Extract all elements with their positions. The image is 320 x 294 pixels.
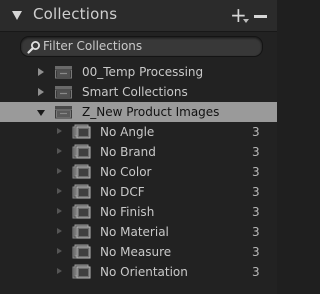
filter-placeholder: Filter Collections <box>43 39 143 53</box>
leaf-triangle-icon <box>57 168 62 174</box>
photo-count: 3 <box>252 225 260 239</box>
photo-count: 3 <box>252 205 260 219</box>
collection-set-row[interactable]: 00_Temp Processing <box>0 62 277 82</box>
filter-collections-input[interactable]: Filter Collections <box>20 36 263 57</box>
collection-set-label: Z_New Product Images <box>82 105 220 119</box>
add-menu-caret-icon[interactable] <box>243 19 249 23</box>
collection-row[interactable]: No Color 3 <box>0 162 277 182</box>
collapsed-triangle-icon[interactable] <box>38 88 44 96</box>
collection-icon <box>72 164 91 179</box>
collections-list: 00_Temp Processing Smart Collections Z_N… <box>0 62 277 282</box>
leaf-triangle-icon <box>57 228 62 234</box>
collection-label: No DCF <box>100 185 145 199</box>
collection-icon <box>72 224 91 239</box>
collection-set-row[interactable]: Z_New Product Images <box>0 102 277 122</box>
expanded-triangle-icon[interactable] <box>37 110 45 116</box>
collection-icon <box>72 124 91 139</box>
collection-set-label: 00_Temp Processing <box>82 65 204 79</box>
collection-label: No Color <box>100 165 152 179</box>
leaf-triangle-icon <box>57 248 62 254</box>
collection-set-label: Smart Collections <box>82 85 188 99</box>
collection-icon <box>72 204 91 219</box>
collection-set-icon <box>55 66 72 79</box>
collection-row[interactable]: No Finish 3 <box>0 202 277 222</box>
collection-row[interactable]: No DCF 3 <box>0 182 277 202</box>
photo-count: 3 <box>252 165 260 179</box>
photo-count: 3 <box>252 145 260 159</box>
photo-count: 3 <box>252 245 260 259</box>
collection-label: No Measure <box>100 245 172 259</box>
leaf-triangle-icon <box>57 208 62 214</box>
collections-panel: Collections + Filter Collections 00_Temp… <box>0 0 277 294</box>
leaf-triangle-icon <box>57 148 62 154</box>
collection-label: No Finish <box>100 205 155 219</box>
collection-icon <box>72 184 91 199</box>
collection-label: No Angle <box>100 125 155 139</box>
collapsed-triangle-icon[interactable] <box>38 68 44 76</box>
remove-collection-button[interactable] <box>254 15 267 18</box>
photo-count: 3 <box>252 125 260 139</box>
collection-row[interactable]: No Orientation 3 <box>0 262 277 282</box>
collection-label: No Brand <box>100 145 156 159</box>
search-icon <box>27 41 40 54</box>
collection-row[interactable]: No Measure 3 <box>0 242 277 262</box>
collapse-triangle-icon[interactable] <box>12 11 22 20</box>
leaf-triangle-icon <box>57 268 62 274</box>
leaf-triangle-icon <box>57 188 62 194</box>
collection-row[interactable]: No Angle 3 <box>0 122 277 142</box>
collection-icon <box>72 264 91 279</box>
panel-title: Collections <box>33 5 118 23</box>
panel-header[interactable]: Collections + <box>0 0 277 32</box>
collection-row[interactable]: No Brand 3 <box>0 142 277 162</box>
photo-count: 3 <box>252 185 260 199</box>
filter-bar: Filter Collections <box>0 32 277 62</box>
collection-icon <box>72 244 91 259</box>
leaf-triangle-icon <box>57 128 62 134</box>
collection-set-icon <box>55 86 72 99</box>
collection-row[interactable]: No Material 3 <box>0 222 277 242</box>
collection-icon <box>72 144 91 159</box>
collection-label: No Material <box>100 225 169 239</box>
collection-set-icon <box>55 106 72 119</box>
collection-set-row[interactable]: Smart Collections <box>0 82 277 102</box>
collection-label: No Orientation <box>100 265 188 279</box>
photo-count: 3 <box>252 265 260 279</box>
